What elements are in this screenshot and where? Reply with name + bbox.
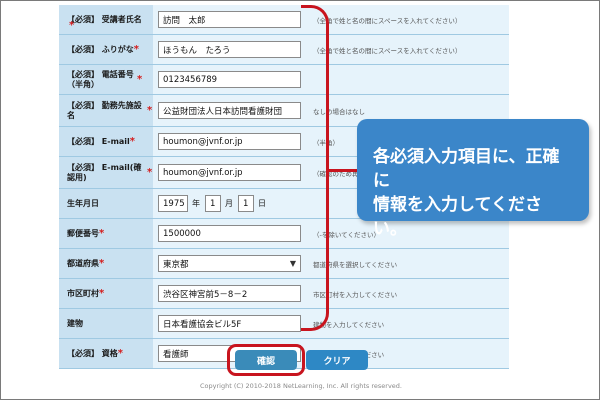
chevron-down-icon: ▼: [289, 259, 296, 268]
callout-line-2: 情報を入力してください。: [373, 195, 542, 239]
field-label-city: 市区町村 *: [59, 279, 153, 308]
instruction-callout: 各必須入力項目に、正確に 情報を入力してください。: [357, 119, 589, 239]
field-label-email: 【必須】 E-mail *: [59, 127, 153, 156]
year-unit: 年: [192, 199, 200, 208]
bracket-connector: [327, 169, 357, 172]
confirm-button[interactable]: 確認: [235, 350, 297, 370]
postal-input[interactable]: 1500000: [158, 225, 301, 242]
birth-month-input[interactable]: 1: [205, 195, 221, 212]
workplace-input[interactable]: 公益財団法人日本訪問看護財団: [158, 102, 301, 119]
field-note: （全角で姓と名の間にスペースを入れてください）: [313, 17, 462, 25]
field-cell: 訪問 太郎 （全角で姓と名の間にスペースを入れてください）: [153, 5, 509, 34]
field-cell: ほうもん たろう （全角で姓と名の間にスペースを入れてください）: [153, 35, 509, 64]
form-row-furigana: 【必須】 ふりがな * ほうもん たろう （全角で姓と名の間にスペースを入れてくだ…: [59, 35, 509, 65]
clear-button[interactable]: クリア: [306, 350, 368, 370]
field-label-furigana: 【必須】 ふりがな *: [59, 35, 153, 64]
field-label-building: 建物: [59, 309, 153, 338]
email-confirm-input[interactable]: houmon@jvnf.or.jp: [158, 164, 301, 181]
prefecture-select[interactable]: 東京都 ▼: [158, 255, 301, 272]
field-label-email-confirm: 【必須】 E-mail(確認用) *: [59, 157, 153, 188]
email-input[interactable]: houmon@jvnf.or.jp: [158, 133, 301, 150]
screenshot-frame: 【必須】 受講者氏名 * 訪問 太郎 （全角で姓と名の間にスペースを入れてください…: [0, 0, 600, 400]
day-unit: 日: [258, 199, 266, 208]
field-label-birthdate: 生年月日: [59, 189, 153, 218]
field-label-prefecture: 都道府県 *: [59, 249, 153, 278]
field-label-name: 【必須】 受講者氏名 *: [59, 5, 153, 34]
furigana-input[interactable]: ほうもん たろう: [158, 41, 301, 58]
callout-line-1: 各必須入力項目に、正確に: [373, 147, 560, 191]
copyright-footer: Copyright (C) 2010-2018 NetLearning, Inc…: [200, 382, 402, 390]
red-bracket-annotation: [301, 5, 329, 331]
field-cell: 渋谷区神宮前5－8－2 市区町村を入力してください: [153, 279, 509, 308]
field-label-postal: 郵便番号 *: [59, 219, 153, 248]
field-label-workplace: 【必須】 勤務先施設名 *: [59, 95, 153, 126]
field-note: （全角で姓と名の間にスペースを入れてください）: [313, 47, 462, 55]
form-row-name: 【必須】 受講者氏名 * 訪問 太郎 （全角で姓と名の間にスペースを入れてください…: [59, 5, 509, 35]
city-input[interactable]: 渋谷区神宮前5－8－2: [158, 285, 301, 302]
form-row-prefecture: 都道府県 * 東京都 ▼ 都道府県を選択してください: [59, 249, 509, 279]
form-row-phone: 【必須】 電話番号（半角） * 0123456789: [59, 65, 509, 95]
field-cell: 東京都 ▼ 都道府県を選択してください: [153, 249, 509, 278]
field-label-phone: 【必須】 電話番号（半角） *: [59, 65, 153, 94]
birth-year-input[interactable]: 1975: [158, 195, 188, 212]
birth-day-input[interactable]: 1: [238, 195, 254, 212]
field-cell: 日本看護協会ビル5F 建物を入力してください: [153, 309, 509, 338]
form-row-building: 建物 日本看護協会ビル5F 建物を入力してください: [59, 309, 509, 339]
field-cell: 0123456789: [153, 65, 509, 94]
field-label-qualification: 【必須】 資格 *: [59, 339, 153, 368]
phone-input[interactable]: 0123456789: [158, 71, 301, 88]
form-row-city: 市区町村 * 渋谷区神宮前5－8－2 市区町村を入力してください: [59, 279, 509, 309]
month-unit: 月: [225, 199, 233, 208]
building-input[interactable]: 日本看護協会ビル5F: [158, 315, 301, 332]
name-input[interactable]: 訪問 太郎: [158, 11, 301, 28]
